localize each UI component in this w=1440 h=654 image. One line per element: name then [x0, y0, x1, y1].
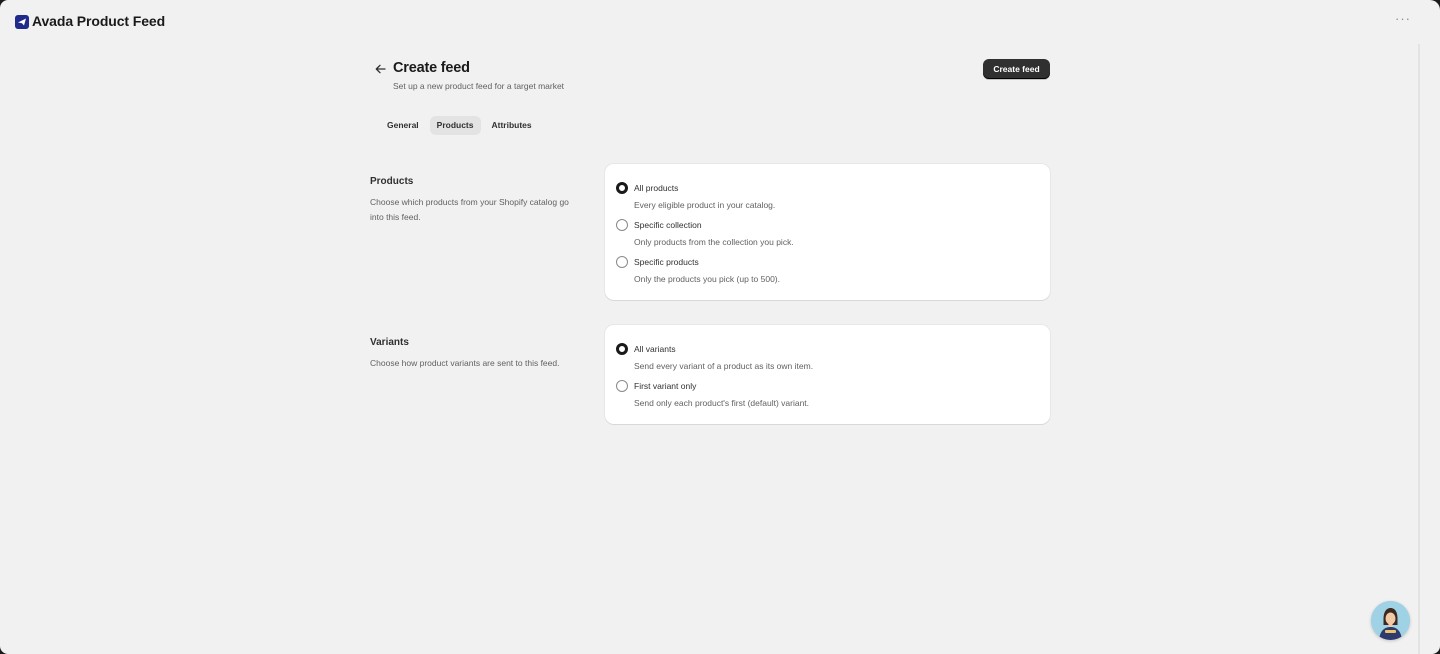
radio-button[interactable] [616, 182, 628, 194]
more-actions-button[interactable]: ··· [1392, 12, 1414, 31]
option-label: First variant only [634, 381, 697, 391]
avatar-illustration [1371, 601, 1410, 640]
products-card: All products Every eligible product in y… [605, 164, 1050, 300]
variants-section-description: Choose how product variants are sent to … [370, 358, 560, 368]
option-label: Specific products [634, 257, 699, 267]
app-header: Avada Product Feed ··· [0, 0, 1440, 44]
arrow-left-icon [375, 64, 386, 74]
page-subtitle: Set up a new product feed for a target m… [393, 81, 565, 91]
create-feed-button[interactable]: Create feed [983, 59, 1050, 79]
option-label: All variants [634, 344, 676, 354]
scrollbar-track[interactable] [1418, 44, 1420, 654]
app-title: Avada Product Feed [32, 13, 166, 29]
option-help: Send every variant of a product as its o… [634, 361, 814, 371]
option-help: Only the products you pick (up to 500). [634, 274, 780, 284]
page-title: Create feed [393, 60, 470, 76]
products-section-title: Products [370, 176, 414, 187]
option-label: Specific collection [634, 220, 702, 230]
tab-products[interactable]: Products [429, 116, 481, 135]
variants-section-title: Variants [370, 337, 409, 348]
back-button[interactable] [372, 61, 388, 77]
variants-card: All variants Send every variant of a pro… [605, 325, 1050, 424]
option-help: Send only each product's first (default)… [634, 398, 810, 408]
radio-button[interactable] [616, 380, 628, 392]
products-section-description: Choose which products from your Shopify … [370, 197, 569, 222]
support-avatar[interactable] [1371, 601, 1410, 640]
option-help: Only products from the collection you pi… [634, 237, 794, 247]
option-label: All products [634, 183, 679, 193]
app-window: Avada Product Feed ··· Create feed Set u… [0, 0, 1440, 654]
radio-button[interactable] [616, 219, 628, 231]
option-help: Every eligible product in your catalog. [634, 200, 776, 210]
tab-bar: General Products Attributes [380, 116, 539, 135]
radio-button[interactable] [616, 343, 628, 355]
avada-logo-icon [15, 15, 29, 29]
tab-general[interactable]: General [380, 116, 426, 135]
radio-button[interactable] [616, 256, 628, 268]
tab-attributes[interactable]: Attributes [485, 116, 539, 135]
